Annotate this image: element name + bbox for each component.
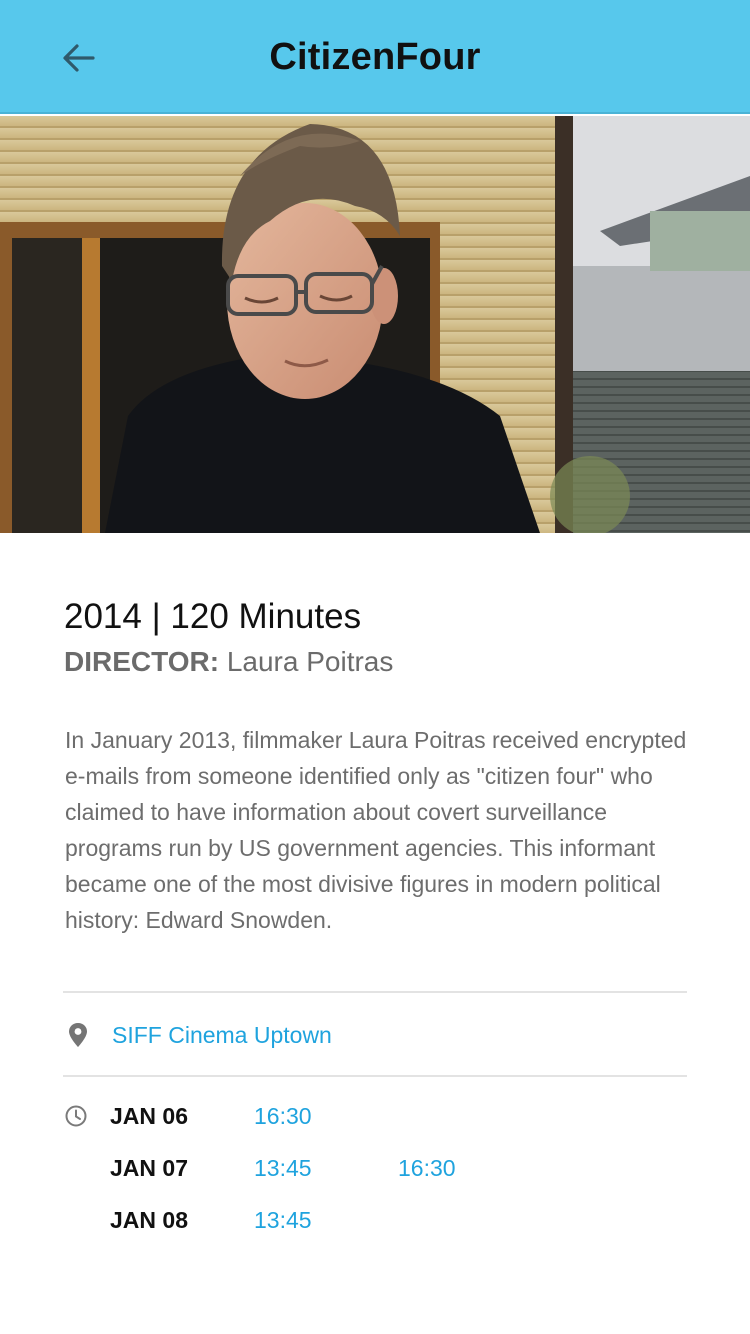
clock-icon — [65, 1105, 87, 1127]
page-title: CitizenFour — [269, 36, 481, 78]
showtime-date: JAN 08 — [110, 1206, 188, 1233]
director-name: Laura Poitras — [226, 646, 394, 677]
divider — [63, 991, 687, 993]
director-line: DIRECTOR: Laura Poitras — [64, 646, 393, 678]
showtime-link[interactable]: 16:30 — [398, 1155, 542, 1182]
year-runtime: 2014 | 120 Minutes — [64, 597, 362, 636]
venue-link[interactable]: SIFF Cinema Uptown — [112, 1022, 332, 1049]
showtime-row: JAN 07 13:45 16:30 — [110, 1150, 542, 1186]
film-description: In January 2013, filmmaker Laura Poitras… — [65, 727, 687, 933]
showtime-date: JAN 06 — [110, 1102, 188, 1129]
showtime-date: JAN 07 — [110, 1154, 188, 1181]
hero-image — [0, 116, 750, 533]
showtime-row: JAN 08 13:45 — [110, 1202, 398, 1238]
showtime-row: JAN 06 16:30 — [110, 1098, 398, 1134]
director-label: DIRECTOR: — [64, 646, 220, 677]
showtime-link[interactable]: 13:45 — [254, 1207, 398, 1234]
venue-row: SIFF Cinema Uptown — [63, 1013, 687, 1057]
divider — [63, 1075, 687, 1077]
showtime-link[interactable]: 16:30 — [254, 1103, 398, 1130]
app-bar: CitizenFour — [0, 0, 750, 114]
location-pin-icon — [69, 1023, 87, 1047]
showtime-link[interactable]: 13:45 — [254, 1155, 398, 1182]
